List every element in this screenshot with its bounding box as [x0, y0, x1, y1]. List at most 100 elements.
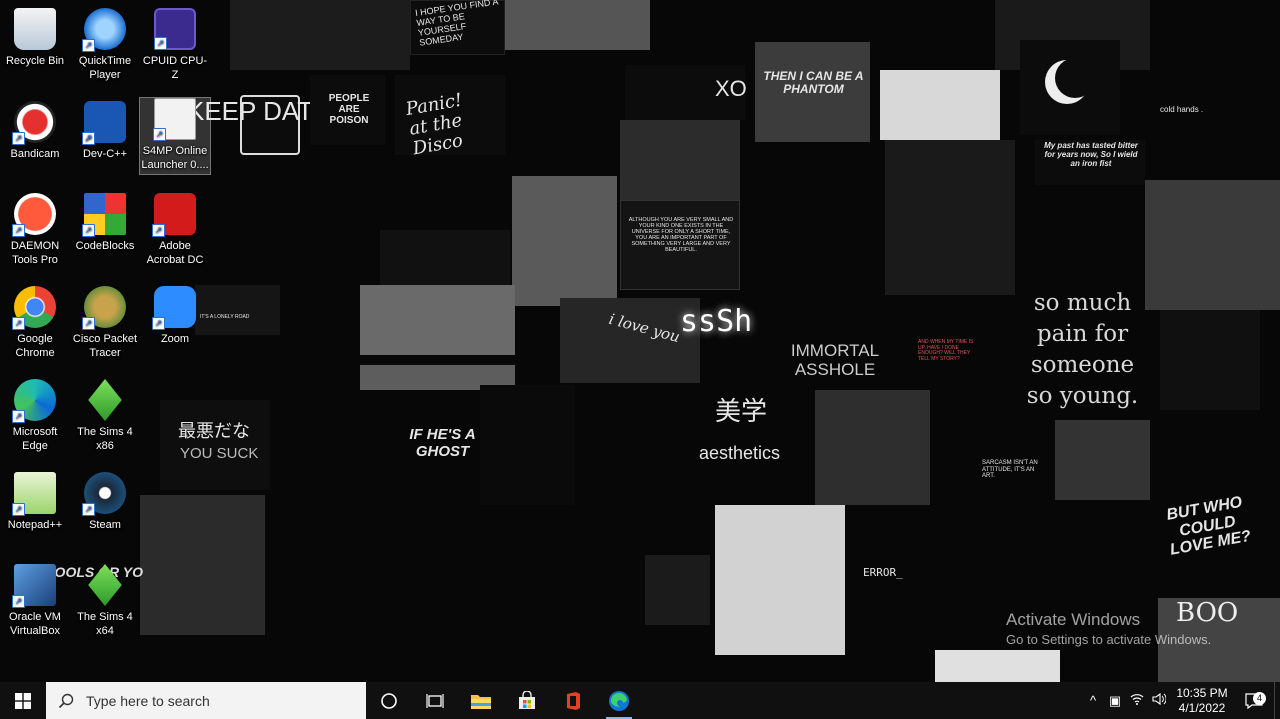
- taskbar: Type here to search ^ ▣ 10:35 PM 4/1/202…: [0, 682, 1280, 719]
- shortcut-arrow-icon: ↗: [12, 410, 25, 423]
- file-explorer-button[interactable]: [458, 682, 504, 719]
- wallpaper-tile-heart: [1160, 310, 1260, 410]
- volume-icon[interactable]: [1148, 692, 1170, 708]
- edge-icon: ↗: [12, 379, 56, 423]
- clock-date: 4/1/2022: [1178, 700, 1226, 715]
- acrobat-icon: ↗: [152, 193, 196, 237]
- wallpaper-tile-people: PEOPLE ARE POISON: [310, 75, 385, 145]
- wallpaper-text-iloveyou: i love you: [606, 309, 682, 347]
- shortcut-arrow-icon: ↗: [82, 317, 95, 330]
- wallpaper-text-hope: I HOPE YOU FIND A WAY TO BE YOURSELF SOM…: [414, 0, 499, 48]
- wallpaper-text-aesthetics: aesthetics: [699, 443, 781, 463]
- desktop-icon-codeblocks[interactable]: ↗ CodeBlocks: [70, 193, 140, 253]
- action-center-button[interactable]: 4: [1234, 691, 1274, 709]
- moon-shape: [1055, 58, 1095, 98]
- desktop-icon-sims4-x86[interactable]: The Sims 4 x86: [70, 379, 140, 453]
- wallpaper-tile-sparks: [815, 390, 930, 505]
- wallpaper-tile-water: [1055, 420, 1150, 500]
- desktop-icon-label: Recycle Bin: [5, 55, 65, 67]
- wallpaper-text-butwho: BUT WHO COULD LOVE ME?: [1165, 493, 1253, 559]
- wallpaper-tile-bubbles: [715, 505, 845, 655]
- wallpaper-tile-white-bar: [935, 650, 1060, 682]
- codeblocks-icon: ↗: [82, 193, 126, 237]
- desktop-icon-notepadpp[interactable]: ↗ Notepad++: [0, 472, 70, 532]
- task-view-icon: [426, 693, 444, 708]
- wallpaper-tile-aliens: [230, 0, 410, 70]
- wallpaper-tile-daisies: [885, 140, 1015, 295]
- desktop-icon-label: QuickTime Player: [78, 55, 132, 81]
- wallpaper-text-tasted: My past has tasted bitter for years now,…: [1044, 141, 1138, 168]
- desktop-icon-zoom[interactable]: ↗ Zoom: [140, 286, 210, 346]
- shortcut-arrow-icon: ↗: [82, 39, 95, 52]
- s4mp-icon: ↗: [153, 98, 196, 141]
- wallpaper-text-jp: 最悪だな: [178, 421, 250, 441]
- desktop-icon-devcpp[interactable]: ↗ Dev-C++: [70, 101, 140, 161]
- wallpaper-tile-bart: [620, 120, 740, 200]
- desktop-icon-recycle-bin[interactable]: Recycle Bin: [0, 8, 70, 68]
- shortcut-arrow-icon: ↗: [154, 37, 167, 50]
- wallpaper-tile-moon: [1020, 40, 1120, 135]
- task-view-button[interactable]: [412, 682, 458, 719]
- desktop-icon-steam[interactable]: ↗ Steam: [70, 472, 140, 532]
- desktop-icon-virtualbox[interactable]: ↗ Oracle VM VirtualBox: [0, 564, 70, 638]
- wallpaper-tile-stars: [480, 385, 575, 505]
- wallpaper-tile-curtain: [505, 0, 650, 50]
- desktop-icon-label: Steam: [89, 519, 121, 531]
- wallpaper-tile-sketch: [880, 70, 1000, 140]
- wallpaper-tile-phantom: THEN I CAN BE A PHANTOM: [755, 42, 870, 142]
- shortcut-arrow-icon: ↗: [152, 317, 165, 330]
- desktop-icon-label: DAEMON Tools Pro: [10, 240, 60, 266]
- office-button[interactable]: [550, 682, 596, 719]
- shortcut-arrow-icon: ↗: [12, 132, 25, 145]
- taskbar-search-box[interactable]: Type here to search: [46, 682, 366, 719]
- desktop-icon-label: Oracle VM VirtualBox: [9, 611, 61, 637]
- shortcut-arrow-icon: ↗: [12, 595, 25, 608]
- shortcut-arrow-icon: ↗: [12, 503, 25, 516]
- cpuz-icon: ↗: [154, 8, 196, 50]
- desktop-icon-label: Dev-C++: [82, 148, 128, 160]
- desktop-icon-s4mp[interactable]: ↗ S4MP Online Launcher 0....: [139, 97, 211, 175]
- show-desktop-button[interactable]: [1274, 682, 1280, 719]
- show-hidden-icons-chevron-icon[interactable]: ^: [1082, 693, 1104, 708]
- desktop-icon-packet-tracer[interactable]: ↗ Cisco Packet Tracer: [70, 286, 140, 360]
- network-icon[interactable]: [1126, 693, 1148, 708]
- wallpaper-tile-silhouette: [512, 176, 617, 306]
- clock[interactable]: 10:35 PM 4/1/2022: [1170, 686, 1234, 716]
- wallpaper-tile-yousuck: 最悪だな YOU SUCK: [160, 400, 270, 490]
- wallpaper-text-panic: Panic! at the Disco: [404, 89, 465, 160]
- desktop-icon-label: Google Chrome: [15, 333, 55, 359]
- desktop-icon-label: The Sims 4 x64: [77, 611, 133, 637]
- system-tray: ^ ▣ 10:35 PM 4/1/2022 4: [1082, 682, 1280, 719]
- wallpaper-tile-keep: KEEP DATE: [187, 95, 331, 155]
- edge-taskbar-button[interactable]: [596, 682, 642, 719]
- desktop-icon-label: Zoom: [160, 333, 190, 345]
- desktop-icon-acrobat[interactable]: ↗ Adobe Acrobat DC: [140, 193, 210, 267]
- wallpaper-tile-panic: Panic! at the Disco: [395, 75, 505, 159]
- activate-windows-watermark: Activate Windows Go to Settings to activ…: [1006, 610, 1211, 647]
- device-icon[interactable]: ▣: [1104, 693, 1126, 709]
- desktop-icon-sims4-x64[interactable]: The Sims 4 x64: [70, 564, 140, 638]
- desktop-icon-chrome[interactable]: ↗ Google Chrome: [0, 286, 70, 360]
- desktop-icon-quicktime[interactable]: ↗ QuickTime Player: [70, 8, 140, 82]
- sims4-icon: [88, 379, 122, 421]
- wallpaper-text-people: PEOPLE ARE POISON: [328, 93, 370, 126]
- shortcut-arrow-icon: ↗: [152, 224, 165, 237]
- recycle-bin-icon: [14, 8, 56, 50]
- desktop-icon-label: Notepad++: [7, 519, 63, 531]
- packet-tracer-icon: ↗: [82, 286, 126, 330]
- desktop-icon-bandicam[interactable]: ↗ Bandicam: [0, 101, 70, 161]
- zoom-icon: ↗: [152, 286, 196, 330]
- desktop-icon-daemon-tools[interactable]: ↗ DAEMON Tools Pro: [0, 193, 70, 267]
- shortcut-arrow-icon: ↗: [82, 503, 95, 516]
- wallpaper-tile-hope: I HOPE YOU FIND A WAY TO BE YOURSELF SOM…: [410, 0, 505, 55]
- desktop-icon-cpuz[interactable]: ↗ CPUID CPU-Z: [140, 8, 210, 82]
- notification-count-badge: 4: [1253, 691, 1266, 705]
- cortana-button[interactable]: [366, 682, 412, 719]
- windows-logo-icon: [15, 692, 31, 709]
- desktop-icon-edge[interactable]: ↗ Microsoft Edge: [0, 379, 70, 453]
- wallpaper-tile-window: [645, 555, 710, 625]
- wallpaper-text-sssh: ssSh: [680, 304, 753, 339]
- start-button[interactable]: [0, 682, 46, 719]
- wallpaper-tile-xo: XO: [625, 65, 747, 120]
- microsoft-store-button[interactable]: [504, 682, 550, 719]
